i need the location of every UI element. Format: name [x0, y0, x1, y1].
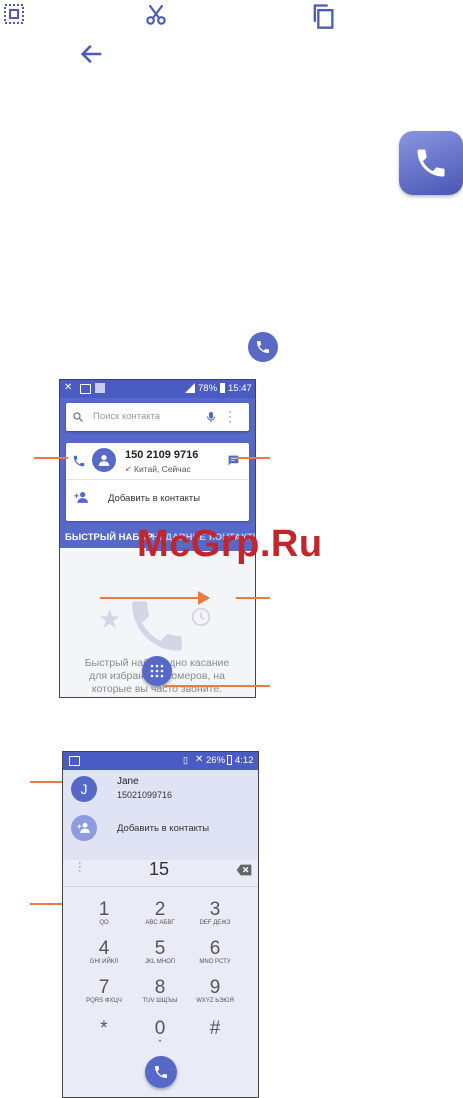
- clock-icon: [191, 607, 211, 627]
- key-2[interactable]: 2 ABC АБВГ: [140, 900, 180, 927]
- add-contact-label[interactable]: Добавить в контакты: [108, 493, 200, 504]
- active-tab-indicator: [60, 548, 146, 551]
- key-5[interactable]: 5 JKL МНОП: [140, 939, 180, 966]
- image-icon: [69, 756, 80, 766]
- message-icon[interactable]: [227, 454, 240, 467]
- call-icon[interactable]: [72, 454, 86, 468]
- suggestion-detail: Китай, Сейчас: [134, 464, 191, 474]
- clock: 15:47: [228, 383, 252, 394]
- mute-icon: ✕: [195, 754, 204, 765]
- search-input[interactable]: Поиск контакта: [93, 411, 160, 422]
- swipe-arrow-head: [198, 591, 210, 605]
- back-arrow-icon[interactable]: [78, 40, 106, 68]
- copy-icon[interactable]: [309, 2, 335, 29]
- suggestion-number: 150 2109 9716: [125, 449, 199, 461]
- dialpad-icon: [150, 664, 164, 678]
- battery-percent: 78%: [198, 383, 218, 394]
- incoming-arrow-icon: ↙: [125, 464, 132, 473]
- key-3[interactable]: 3 DEF ДЕЖЗ: [195, 900, 235, 927]
- battery-icon: [220, 383, 225, 393]
- watermark-text: McGrp.Ru: [137, 523, 323, 565]
- key-4[interactable]: 4 GHI ИЙКЛ: [84, 939, 124, 966]
- vibrate-icon: ▯: [183, 755, 188, 765]
- key-hash[interactable]: #: [195, 1019, 235, 1039]
- phone-screen-2: ▯ ✕ 26% 4:12 J Jane 15021099716 Добавить…: [62, 751, 259, 1098]
- callout-line-dialpad: [163, 685, 270, 687]
- star-icon: ★: [98, 604, 122, 634]
- cut-icon[interactable]: [143, 2, 169, 28]
- key-9[interactable]: 9 WXYZ ЬЭЮЯ: [195, 978, 235, 1005]
- overflow-menu-icon[interactable]: · · ·: [228, 405, 232, 427]
- callout-line-call: [34, 457, 68, 459]
- mic-icon[interactable]: [205, 410, 217, 424]
- calendar-icon: [95, 383, 105, 393]
- search-icon: [73, 412, 83, 422]
- search-bar[interactable]: Поиск контакта · · ·: [66, 403, 249, 431]
- clock-2: 4:12: [235, 755, 254, 766]
- key-0[interactable]: 0 +: [140, 1019, 180, 1046]
- call-icon: [155, 1066, 167, 1078]
- call-button[interactable]: [145, 1056, 177, 1088]
- dialpad-button[interactable]: [142, 656, 172, 686]
- phone-handset-icon: [132, 601, 182, 651]
- select-all-icon[interactable]: [2, 2, 28, 28]
- suggestion-card[interactable]: 150 2109 9716 ↙ Китай, Сейчас Добавить в…: [66, 443, 249, 521]
- status-bar: ✕ 78% 15:47: [60, 380, 255, 398]
- add-person-icon: [77, 822, 90, 833]
- key-7[interactable]: 7 PQRS ФХЦЧ: [84, 978, 124, 1005]
- key-6[interactable]: 6 MNO РСТУ: [195, 939, 235, 966]
- callout-line-tabs: [236, 597, 270, 599]
- status-bar-2: ▯ ✕ 26% 4:12: [63, 752, 258, 770]
- dial-menu-icon[interactable]: · · ·: [78, 858, 82, 877]
- dial-number-input[interactable]: 15: [149, 859, 169, 880]
- image-icon: [80, 384, 91, 394]
- signal-icon: [185, 383, 195, 393]
- missed-call-icon: ✕: [64, 382, 73, 393]
- battery-icon-2: [227, 755, 232, 765]
- person-icon: [98, 455, 110, 466]
- battery-percent-2: 26%: [206, 755, 226, 766]
- key-star[interactable]: *: [84, 1019, 124, 1039]
- avatar: [92, 448, 116, 472]
- key-8[interactable]: 8 TUV ШЩЪЫ: [140, 978, 180, 1005]
- suggestions-list: J Jane 15021099716 Добавить в контакты: [63, 770, 258, 860]
- dialer-button-icon: [248, 332, 278, 362]
- contact-name[interactable]: Jane: [117, 776, 139, 787]
- contact-avatar: J: [71, 776, 97, 802]
- add-contact-label-2[interactable]: Добавить в контакты: [117, 823, 209, 834]
- phone-app-icon[interactable]: [399, 131, 463, 195]
- add-contact-avatar[interactable]: [71, 815, 97, 841]
- callout-line-message: [236, 457, 270, 459]
- key-1[interactable]: 1 QO: [84, 900, 124, 927]
- callout-line-swipe-arrow: [100, 597, 200, 599]
- backspace-icon[interactable]: [236, 864, 252, 876]
- add-person-icon[interactable]: [73, 490, 90, 504]
- contact-number: 15021099716: [117, 790, 173, 800]
